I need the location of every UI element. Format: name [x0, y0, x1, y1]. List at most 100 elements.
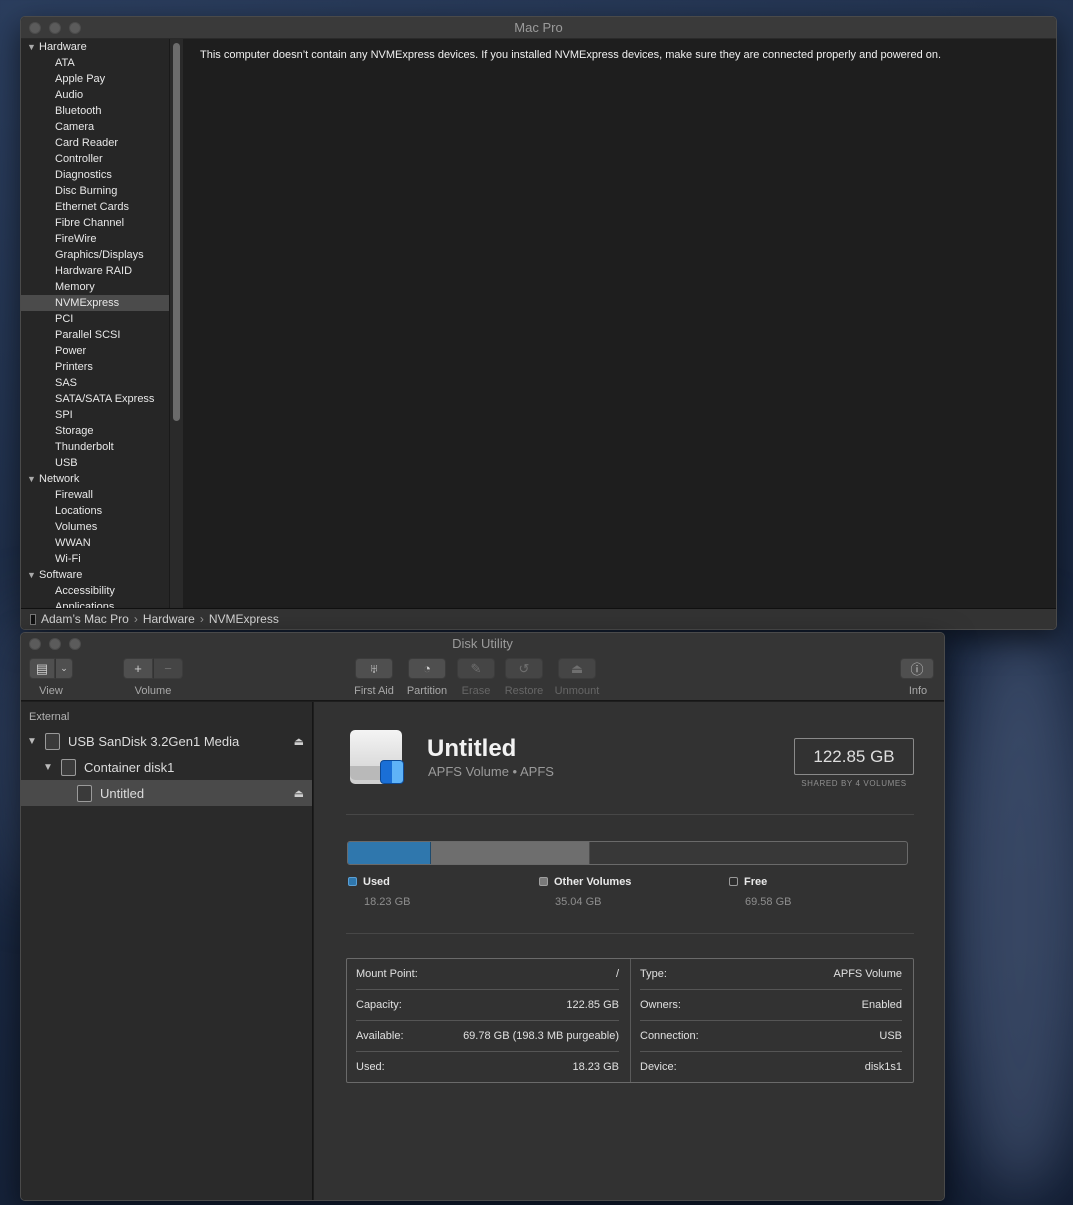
sidebar-item-card-reader[interactable]: Card Reader [21, 135, 182, 151]
view-segmented[interactable]: ▤ ⌄ [29, 658, 73, 679]
sidebar-item-printers[interactable]: Printers [21, 359, 182, 375]
path-separator-icon: › [199, 611, 204, 626]
sidebar-item-power[interactable]: Power [21, 343, 182, 359]
sidebar-item-volumes[interactable]: Volumes [21, 519, 182, 535]
first-aid-label: First Aid [354, 685, 394, 697]
chevron-down-icon[interactable]: ⌄ [55, 658, 73, 679]
sidebar-group-software[interactable]: ▼ Software [21, 567, 182, 583]
sidebar-item-nvmexpress[interactable]: NVMExpress [21, 295, 182, 311]
sidebar-scrollbar[interactable] [169, 39, 183, 610]
sidebar-item-usb[interactable]: USB [21, 455, 182, 471]
minimize-button[interactable] [49, 22, 61, 34]
sidebar-item-ata[interactable]: ATA [21, 55, 182, 71]
used-value: 18.23 GB [364, 896, 411, 908]
titlebar[interactable]: Disk Utility [21, 633, 944, 655]
sidebar-item-wi-fi[interactable]: Wi-Fi [21, 551, 182, 567]
sidebar-item-thunderbolt[interactable]: Thunderbolt [21, 439, 182, 455]
volume-icon [77, 784, 92, 802]
disclosure-triangle-icon[interactable]: ▼ [25, 736, 39, 747]
sidebar-item-spi[interactable]: SPI [21, 407, 182, 423]
sidebar-item-bluetooth[interactable]: Bluetooth [21, 103, 182, 119]
sidebar-item-locations[interactable]: Locations [21, 503, 182, 519]
info-value: 18.23 GB [572, 1061, 619, 1073]
usage-used-segment [348, 842, 431, 864]
finder-drive-icon [350, 726, 404, 786]
usage-other-segment [430, 842, 591, 864]
sidebar-item-parallel-scsi[interactable]: Parallel SCSI [21, 327, 182, 343]
sidebar-item-storage[interactable]: Storage [21, 423, 182, 439]
disclosure-triangle-icon[interactable]: ▼ [27, 39, 39, 55]
info-row: Mount Point: / [356, 959, 619, 990]
restore-button[interactable]: ↺ Restore [503, 658, 545, 697]
sidebar-item-accessibility[interactable]: Accessibility [21, 583, 182, 599]
info-key: Mount Point: [356, 968, 418, 980]
info-value: disk1s1 [864, 1061, 902, 1073]
sidebar-group-network[interactable]: ▼ Network [21, 471, 182, 487]
sidebar-item-camera[interactable]: Camera [21, 119, 182, 135]
info-key: Available: [356, 1030, 404, 1042]
path-computer[interactable]: Adam’s Mac Pro [41, 609, 129, 630]
close-button[interactable] [29, 638, 41, 650]
volume-control: + − Volume [123, 658, 183, 697]
sidebar-item-sas[interactable]: SAS [21, 375, 182, 391]
sidebar-item-disc-burning[interactable]: Disc Burning [21, 183, 182, 199]
used-label: Used [363, 876, 390, 888]
sidebar-item-fibre-channel[interactable]: Fibre Channel [21, 215, 182, 231]
external-drive-icon [45, 732, 60, 750]
path-item[interactable]: NVMExpress [209, 609, 279, 630]
disclosure-triangle-icon[interactable]: ▼ [41, 762, 55, 773]
sidebar-group-label: Network [39, 473, 80, 485]
sidebar-item-container[interactable]: ▼ Container disk1 [21, 754, 312, 780]
erase-button[interactable]: ✎ Erase [457, 658, 495, 697]
disclosure-triangle-icon[interactable]: ▼ [27, 471, 39, 487]
sidebar-toggle-icon[interactable]: ▤ [29, 658, 55, 679]
sidebar-item-audio[interactable]: Audio [21, 87, 182, 103]
titlebar[interactable]: Mac Pro [21, 17, 1056, 39]
info-row: Owners: Enabled [640, 990, 902, 1021]
divider [346, 933, 914, 934]
sidebar-item-firewire[interactable]: FireWire [21, 231, 182, 247]
remove-volume-button[interactable]: − [153, 658, 183, 679]
eject-icon[interactable]: ⏏ [294, 735, 304, 748]
info-key: Connection: [640, 1030, 699, 1042]
sidebar-item-controller[interactable]: Controller [21, 151, 182, 167]
info-key: Owners: [640, 999, 681, 1011]
sidebar-item-drive[interactable]: ▼ USB SanDisk 3.2Gen1 Media ⏏ [21, 728, 312, 754]
partition-label: Partition [406, 685, 448, 697]
partition-button[interactable]: ◔ Partition [404, 658, 450, 697]
sidebar-item-diagnostics[interactable]: Diagnostics [21, 167, 182, 183]
info-column-left: Mount Point: / Capacity: 122.85 GB Available… [347, 959, 628, 1082]
sidebar-item-volume[interactable]: Untitled ⏏ [21, 780, 312, 806]
sidebar-item-sata-sata-express[interactable]: SATA/SATA Express [21, 391, 182, 407]
sidebar-group-hardware[interactable]: ▼ Hardware [21, 39, 182, 55]
sidebar-item-pci[interactable]: PCI [21, 311, 182, 327]
window-controls [29, 22, 81, 34]
legend-used: Used 18.23 GB [348, 876, 410, 908]
path-section[interactable]: Hardware [143, 609, 195, 630]
info-column-right: Type: APFS Volume Owners: Enabled Connection… [630, 959, 911, 1082]
window-title: Disk Utility [452, 636, 513, 651]
no-devices-message: This computer doesn’t contain any NVMExp… [200, 49, 942, 61]
minimize-button[interactable] [49, 638, 61, 650]
close-button[interactable] [29, 22, 41, 34]
disclosure-triangle-icon[interactable]: ▼ [27, 567, 39, 583]
sidebar-group-label: Hardware [39, 41, 87, 53]
volume-info-table: Mount Point: / Capacity: 122.85 GB Available… [346, 958, 914, 1083]
sidebar-item-graphics-displays[interactable]: Graphics/Displays [21, 247, 182, 263]
sidebar-item-firewall[interactable]: Firewall [21, 487, 182, 503]
add-volume-button[interactable]: + [123, 658, 153, 679]
sidebar-item-ethernet-cards[interactable]: Ethernet Cards [21, 199, 182, 215]
unmount-icon: ⏏ [558, 658, 596, 679]
mac-pro-icon [30, 613, 36, 625]
sidebar-item-apple-pay[interactable]: Apple Pay [21, 71, 182, 87]
sidebar-item-hardware-raid[interactable]: Hardware RAID [21, 263, 182, 279]
zoom-button[interactable] [69, 22, 81, 34]
info-button[interactable]: ⓘ Info [900, 658, 936, 697]
scroll-thumb[interactable] [173, 43, 180, 421]
zoom-button[interactable] [69, 638, 81, 650]
eject-icon[interactable]: ⏏ [294, 787, 304, 800]
unmount-button[interactable]: ⏏ Unmount [552, 658, 602, 697]
first-aid-button[interactable]: ♅ First Aid [353, 658, 395, 697]
sidebar-item-wwan[interactable]: WWAN [21, 535, 182, 551]
sidebar-item-memory[interactable]: Memory [21, 279, 182, 295]
